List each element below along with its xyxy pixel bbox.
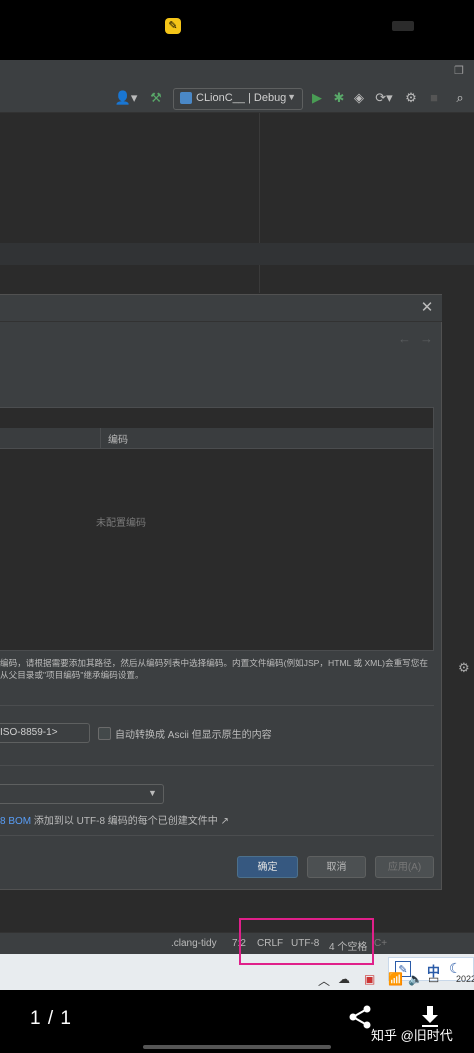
forward-arrow-icon[interactable]: → bbox=[420, 331, 433, 346]
gear-icon[interactable]: ⚙ bbox=[458, 660, 472, 675]
close-icon[interactable]: ✕ bbox=[418, 299, 436, 317]
windows-taskbar-tray: ✎ 中 ☾ ︿ ☁ ▣ 📶 🔈 ▭ 2022 bbox=[0, 954, 474, 990]
profiler-icon[interactable]: ⟳▾ bbox=[372, 90, 396, 106]
highlight-annotation bbox=[239, 918, 374, 965]
section-divider bbox=[0, 835, 434, 836]
page-counter: 1 / 1 bbox=[30, 1008, 72, 1029]
attach-icon[interactable]: ⚙ bbox=[404, 90, 418, 106]
ide-window: ❐ 👤▾ ⚒ CLionC__ | Debug ▼ ▶ ✱ ◈ ⟳▾ ⚙ ■ ⌕… bbox=[0, 60, 474, 990]
editor-band bbox=[0, 243, 474, 265]
search-icon[interactable]: ⌕ bbox=[452, 90, 468, 106]
section-divider bbox=[0, 765, 434, 766]
status-language[interactable]: C+ bbox=[374, 938, 387, 949]
cmake-icon bbox=[180, 92, 192, 104]
ide-title-bar: ❐ bbox=[0, 60, 474, 84]
run-config-label: CLionC__ | Debug bbox=[196, 92, 287, 104]
ide-toolbar: 👤▾ ⚒ CLionC__ | Debug ▼ ▶ ✱ ◈ ⟳▾ ⚙ ■ ⌕ bbox=[0, 84, 474, 113]
app-icon: ✎ bbox=[165, 18, 181, 34]
app-tray-icon[interactable]: ▣ bbox=[364, 972, 375, 986]
window-restore-icon[interactable]: ❐ bbox=[452, 64, 466, 78]
debug-icon[interactable]: ✱ bbox=[332, 90, 346, 106]
file-encodings-dialog: ✕ ← → 编码 未配置编码 编码，请根据需要添加其路径，然后从编码列表中选择编… bbox=[0, 294, 442, 890]
wifi-icon[interactable]: 📶 bbox=[388, 972, 403, 986]
ascii-checkbox[interactable] bbox=[98, 727, 111, 740]
column-header-encoding[interactable]: 编码 bbox=[108, 431, 128, 446]
home-indicator[interactable] bbox=[143, 1045, 331, 1049]
encoding-description: 编码，请根据需要添加其路径，然后从编码列表中选择编码。内置文件编码(例如JSP，… bbox=[0, 657, 440, 681]
watermark: 知乎 @旧时代 bbox=[371, 1028, 453, 1043]
bom-description: 8 BOM 添加到以 UTF-8 编码的每个已创建文件中 ↗ bbox=[0, 812, 229, 827]
properties-charset-select[interactable]: ISO-8859-1> bbox=[0, 723, 90, 743]
description-line: 编码，请根据需要添加其路径，然后从编码列表中选择编码。内置文件编码(例如JSP，… bbox=[0, 658, 428, 668]
cloud-icon[interactable]: ☁ bbox=[338, 972, 350, 986]
phone-bottom-bar: 1 / 1 知乎 @旧时代 bbox=[0, 990, 474, 1053]
chevron-down-icon: ▼ bbox=[148, 788, 157, 798]
back-arrow-icon[interactable]: ← bbox=[398, 331, 411, 346]
clock-date[interactable]: 2022 bbox=[456, 974, 474, 984]
chevron-up-icon[interactable]: ︿ bbox=[318, 972, 330, 989]
chevron-down-icon: ▼ bbox=[287, 92, 296, 102]
battery-icon bbox=[392, 21, 414, 31]
run-config-select[interactable]: CLionC__ | Debug ▼ bbox=[173, 88, 303, 110]
build-hammer-icon[interactable]: ⚒ bbox=[148, 90, 164, 106]
phone-top-bar: ✎ bbox=[0, 0, 474, 60]
ascii-checkbox-label[interactable]: 自动转换成 Ascii 但显示原生的内容 bbox=[115, 726, 272, 741]
ide-status-bar: .clang-tidy 7:2 CRLF UTF-8 4 个空格 C+ bbox=[0, 932, 474, 955]
table-empty-text: 未配置编码 bbox=[96, 518, 146, 529]
ok-button[interactable]: 确定 bbox=[237, 856, 298, 878]
charset-value: ISO-8859-1> bbox=[0, 727, 58, 738]
stop-icon[interactable]: ■ bbox=[428, 90, 440, 106]
encoding-table[interactable]: 编码 未配置编码 bbox=[0, 407, 434, 651]
description-line: 从父目录或"项目编码"继承编码设置。 bbox=[0, 670, 144, 680]
dialog-title-bar: ✕ bbox=[0, 295, 442, 322]
section-divider bbox=[0, 705, 434, 706]
apply-button[interactable]: 应用(A) bbox=[375, 856, 434, 878]
coverage-icon[interactable]: ◈ bbox=[352, 90, 366, 106]
battery-icon[interactable]: ▭ bbox=[428, 972, 439, 986]
speaker-icon[interactable]: 🔈 bbox=[408, 972, 423, 986]
cancel-button[interactable]: 取消 bbox=[307, 856, 366, 878]
bom-link[interactable]: 8 BOM bbox=[0, 816, 31, 827]
user-icon[interactable]: 👤▾ bbox=[114, 90, 138, 106]
column-divider[interactable] bbox=[100, 428, 101, 448]
editor-split-divider bbox=[259, 113, 260, 293]
bom-select[interactable]: ▼ bbox=[0, 784, 164, 804]
bom-text: 添加到以 UTF-8 编码的每个已创建文件中 ↗ bbox=[33, 816, 229, 827]
status-clang-tidy[interactable]: .clang-tidy bbox=[171, 938, 217, 949]
table-header bbox=[0, 428, 433, 449]
share-icon[interactable] bbox=[347, 1004, 373, 1030]
editor-area bbox=[0, 113, 474, 243]
run-icon[interactable]: ▶ bbox=[310, 90, 324, 106]
